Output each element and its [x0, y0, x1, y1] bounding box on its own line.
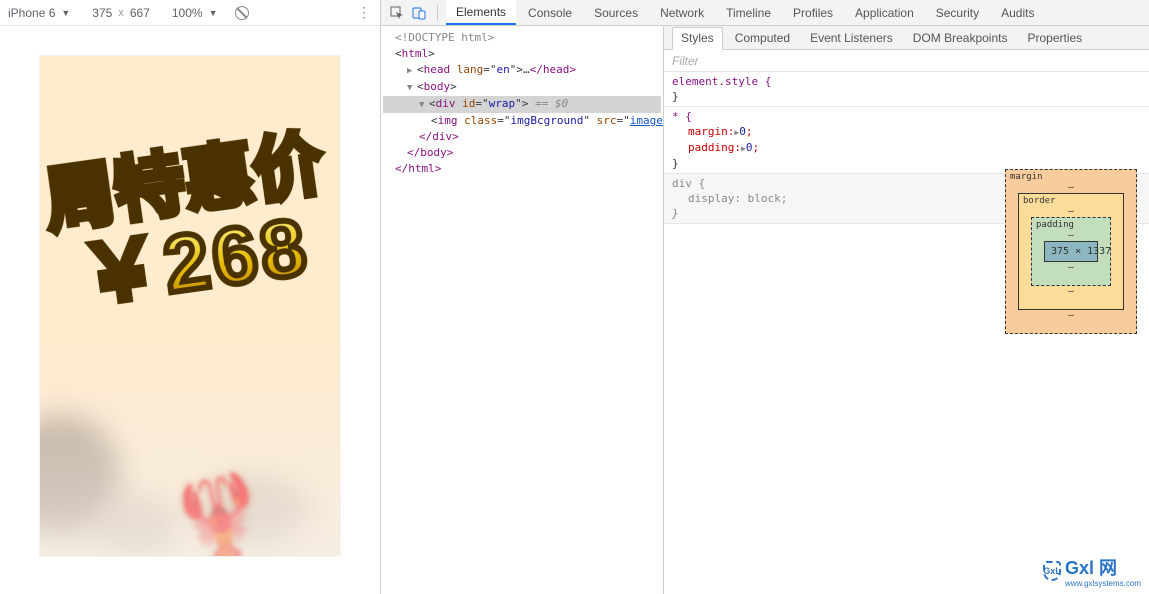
box-model-dash: –	[1068, 230, 1074, 241]
dom-selected-wrap[interactable]: ▼<div id="wrap"> == $0	[383, 96, 661, 113]
tab-console[interactable]: Console	[518, 0, 582, 25]
box-model-content: 375 × 1337	[1044, 241, 1098, 262]
tab-timeline[interactable]: Timeline	[716, 0, 781, 25]
devtools-panel: Elements Console Sources Network Timelin…	[381, 0, 1149, 594]
subtab-styles[interactable]: Styles	[672, 27, 723, 50]
tab-audits[interactable]: Audits	[991, 0, 1044, 25]
blur-shape	[90, 496, 180, 556]
dimension-separator: x	[118, 7, 124, 19]
dom-body-close[interactable]: </body>	[383, 145, 661, 161]
device-selector[interactable]: iPhone 6	[8, 6, 55, 20]
css-declaration[interactable]: padding:▶0;	[672, 140, 1129, 156]
watermark-logo: GxL Gxl 网 www.gxlsystems.com	[1043, 554, 1141, 588]
crab-image: 🦞	[163, 464, 277, 556]
shield-icon: GxL	[1043, 561, 1061, 581]
dom-doctype[interactable]: <!DOCTYPE html>	[383, 30, 661, 46]
css-rule-universal[interactable]: * { margin:▶0; padding:▶0; }	[664, 107, 1149, 174]
promo-price: ￥268	[40, 194, 340, 327]
box-model-dash: –	[1068, 206, 1074, 217]
blur-shape	[200, 476, 310, 546]
subtab-dom-breakpoints[interactable]: DOM Breakpoints	[905, 26, 1016, 49]
css-rule-element-style[interactable]: element.style { }	[664, 72, 1149, 107]
device-toolbar: iPhone 6 ▼ 375 x 667 100% ▼ ⋮	[0, 0, 380, 26]
tab-profiles[interactable]: Profiles	[783, 0, 843, 25]
watermark-text: Gxl 网	[1065, 558, 1117, 578]
box-model-margin-label: margin	[1010, 172, 1043, 182]
tab-security[interactable]: Security	[926, 0, 989, 25]
toggle-device-icon[interactable]	[409, 3, 429, 23]
box-model-dimensions: 375 × 1337	[1051, 246, 1111, 257]
promo-line1: 周特惠价	[40, 122, 340, 245]
tab-sources[interactable]: Sources	[584, 0, 648, 25]
box-model-dash: –	[1068, 262, 1074, 273]
css-selector: element.style {	[672, 75, 771, 88]
dom-div-close[interactable]: </div>	[383, 129, 661, 145]
chevron-down-icon[interactable]: ▼	[209, 8, 218, 18]
devtools-tabbar: Elements Console Sources Network Timelin…	[381, 0, 1149, 26]
styles-sidebar: Styles Computed Event Listeners DOM Brea…	[664, 26, 1149, 594]
css-selector: * {	[672, 110, 692, 123]
box-model-dash: –	[1068, 310, 1074, 321]
watermark-url: www.gxlsystems.com	[1065, 580, 1141, 588]
subtab-properties[interactable]: Properties	[1019, 26, 1090, 49]
box-model-padding-label: padding	[1036, 220, 1074, 230]
box-model-dash: –	[1068, 182, 1074, 193]
tab-application[interactable]: Application	[845, 0, 924, 25]
css-selector: div {	[672, 177, 705, 190]
zoom-selector[interactable]: 100%	[172, 6, 203, 20]
blur-shape	[40, 416, 120, 536]
styles-subtabs: Styles Computed Event Listeners DOM Brea…	[664, 26, 1149, 50]
css-rule-close: }	[672, 207, 679, 220]
css-rule-close: }	[672, 157, 679, 170]
viewport-width-input[interactable]: 375	[92, 6, 112, 20]
css-declaration[interactable]: margin:▶0;	[672, 124, 1129, 140]
separator	[437, 5, 438, 21]
viewport-height-input[interactable]: 667	[130, 6, 150, 20]
box-model[interactable]: margin – border – padding – 375 × 1337	[1005, 169, 1137, 334]
tab-elements[interactable]: Elements	[446, 0, 516, 25]
dom-head[interactable]: ▶<head lang="en">…</head>	[383, 62, 661, 79]
promo-headline: 周特惠价 ￥268	[40, 122, 340, 328]
dom-img[interactable]: <img class="imgBcground" src="images/pag…	[383, 113, 661, 129]
dom-tree[interactable]: <!DOCTYPE html> <html> ▶<head lang="en">…	[381, 26, 664, 594]
styles-filter-input[interactable]: Filter	[664, 50, 1149, 72]
dom-html-open[interactable]: <html>	[383, 46, 661, 62]
tab-network[interactable]: Network	[650, 0, 714, 25]
box-model-border-label: border	[1023, 196, 1056, 206]
no-throttling-icon[interactable]	[235, 6, 249, 20]
dom-body-open[interactable]: ▼<body>	[383, 79, 661, 96]
device-viewport-wrap: 周特惠价 ￥268 🦞	[0, 26, 380, 594]
subtab-computed[interactable]: Computed	[727, 26, 798, 49]
subtab-event-listeners[interactable]: Event Listeners	[802, 26, 901, 49]
css-rule-close: }	[672, 90, 679, 103]
chevron-down-icon[interactable]: ▼	[61, 8, 70, 18]
inspect-element-icon[interactable]	[387, 3, 407, 23]
box-model-dash: –	[1068, 286, 1074, 297]
device-viewport[interactable]: 周特惠价 ￥268 🦞	[40, 56, 340, 556]
device-panel: iPhone 6 ▼ 375 x 667 100% ▼ ⋮ 周特惠价 ￥268	[0, 0, 381, 594]
dom-html-close[interactable]: </html>	[383, 161, 661, 177]
kebab-menu-icon[interactable]: ⋮	[357, 4, 372, 21]
